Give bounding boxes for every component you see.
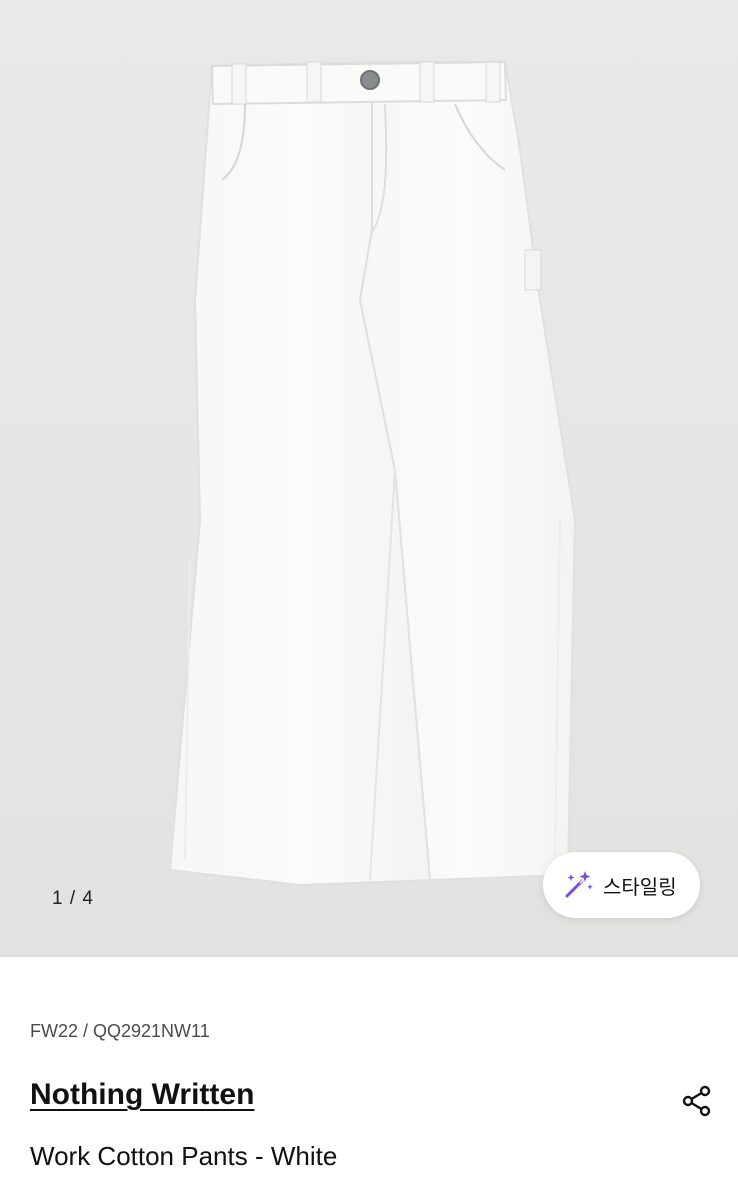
styling-button[interactable]: 스타일링 [543, 852, 700, 918]
image-counter-current: 1 [52, 888, 64, 909]
brand-link[interactable]: Nothing Written [30, 1078, 254, 1112]
magic-wand-icon [565, 871, 593, 898]
product-code: FW22 / QQ2921NW11 [30, 1021, 210, 1041]
product-info: FW22 / QQ2921NW11 Nothing Written Work C… [0, 957, 738, 1200]
product-page: 1 / 4 스타일링 FW22 / QQ2921NW11 Nothing Wri… [0, 0, 738, 1200]
product-image [168, 60, 577, 887]
image-counter-separator: / [63, 888, 83, 909]
styling-button-label: 스타일링 [603, 874, 677, 899]
image-counter-total: 4 [82, 888, 94, 909]
product-name: Work Cotton Pants - White [30, 1141, 338, 1171]
product-image-carousel[interactable]: 1 / 4 스타일링 [0, 0, 738, 957]
share-icon[interactable] [680, 1084, 714, 1118]
image-counter: 1 / 4 [52, 888, 94, 910]
